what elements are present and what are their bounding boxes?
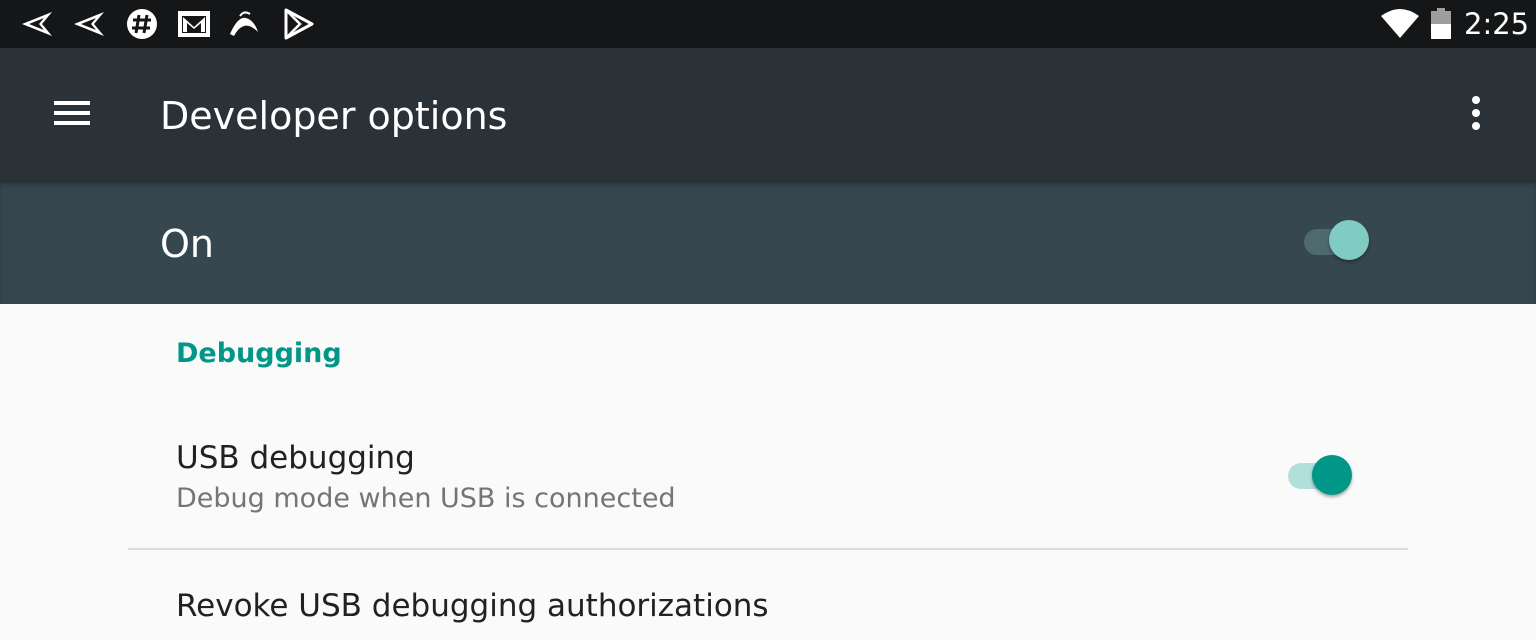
usb-debugging-toggle[interactable] [1280, 452, 1360, 500]
revoke-usb-authorizations-row[interactable]: Revoke USB debugging authorizations [0, 580, 1536, 640]
menu-icon[interactable] [40, 82, 104, 146]
page-title: Developer options [160, 94, 508, 138]
usb-debugging-row[interactable]: USB debugging Debug mode when USB is con… [0, 428, 1536, 548]
battery-icon [1430, 8, 1452, 44]
bird-icon [226, 8, 262, 40]
slack-icon [124, 8, 160, 40]
send-icon [20, 8, 56, 40]
app-bar: Developer options [0, 48, 1536, 180]
master-switch-label: On [160, 222, 214, 266]
section-header-debugging: Debugging [176, 338, 342, 369]
send-icon [72, 8, 108, 40]
switch-thumb [1312, 455, 1352, 495]
divider [128, 548, 1408, 550]
status-bar: 2:25 [0, 0, 1536, 48]
wifi-icon [1380, 8, 1420, 44]
gmail-icon [176, 8, 212, 40]
usb-debugging-summary: Debug mode when USB is connected [176, 483, 676, 514]
master-switch-bar[interactable]: On [0, 180, 1536, 304]
more-vert-icon[interactable] [1452, 82, 1500, 146]
switch-thumb [1329, 220, 1369, 260]
revoke-usb-authorizations-title: Revoke USB debugging authorizations [176, 588, 769, 624]
settings-list: Debugging USB debugging Debug mode when … [0, 304, 1536, 624]
play-store-icon [280, 8, 316, 40]
status-clock: 2:25 [1464, 7, 1530, 41]
usb-debugging-title: USB debugging [176, 440, 415, 476]
master-switch-toggle[interactable] [1296, 218, 1376, 266]
